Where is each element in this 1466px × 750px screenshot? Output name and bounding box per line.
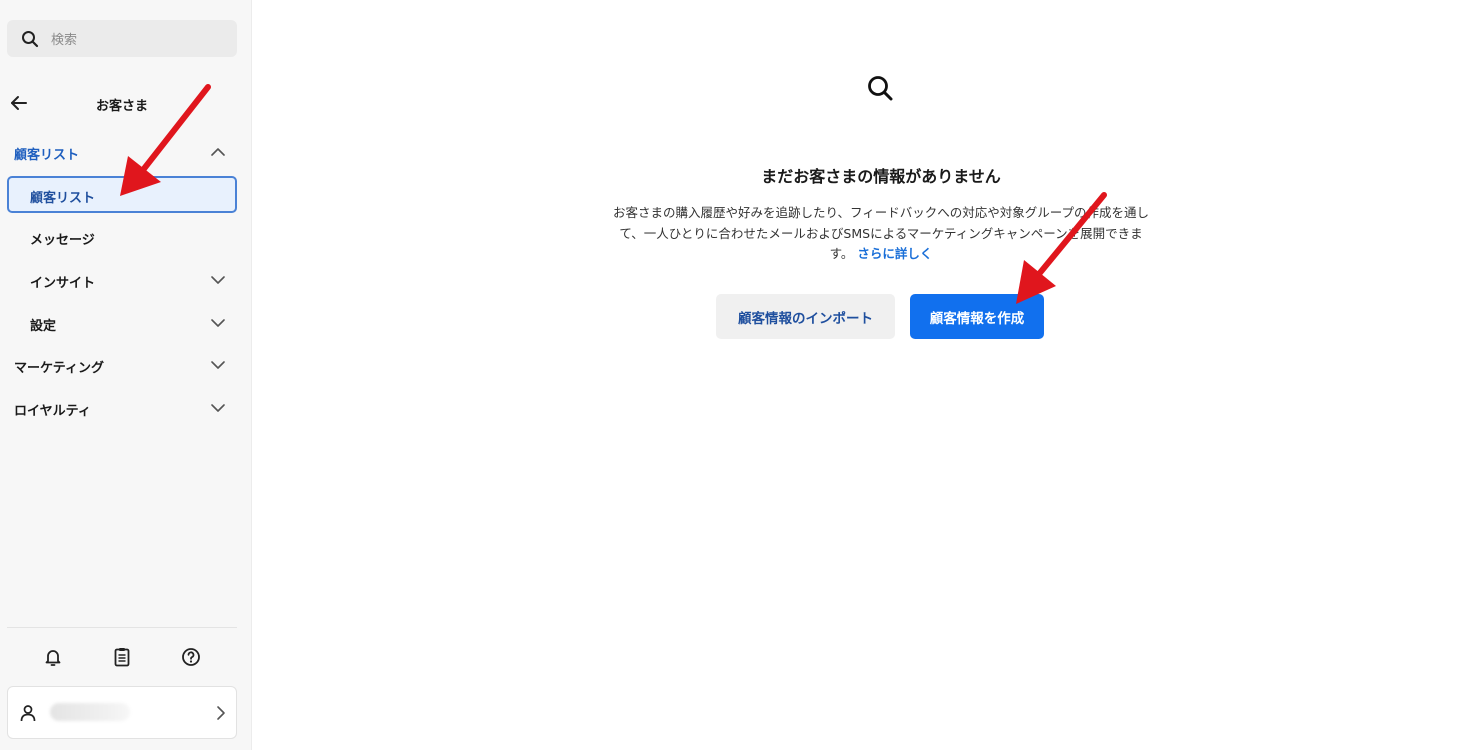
account-name-redacted bbox=[50, 703, 130, 721]
nav-item-insights[interactable]: インサイト bbox=[0, 265, 252, 295]
create-customer-button[interactable]: 顧客情報を作成 bbox=[910, 294, 1044, 339]
nav-item-customer-list[interactable]: 顧客リスト bbox=[7, 176, 237, 213]
bell-icon[interactable] bbox=[42, 646, 64, 668]
nav-item-label: インサイト bbox=[30, 276, 96, 291]
empty-state-description: お客さまの購入履歴や好みを追跡したり、フィードバックへの対応や対象グループの作成… bbox=[598, 203, 1164, 265]
user-icon bbox=[20, 705, 36, 722]
nav-item-label: 顧客リスト bbox=[30, 191, 96, 206]
sidebar-title: お客さま bbox=[95, 99, 148, 114]
nav-item-label: メッセージ bbox=[30, 233, 95, 248]
nav-item-messages[interactable]: メッセージ bbox=[0, 222, 252, 252]
clipboard-icon[interactable] bbox=[111, 646, 133, 668]
nav-item-settings[interactable]: 設定 bbox=[0, 308, 252, 338]
chevron-down-icon bbox=[211, 276, 225, 284]
chevron-up-icon bbox=[211, 148, 225, 156]
import-customers-button[interactable]: 顧客情報のインポート bbox=[716, 294, 895, 339]
nav-section-label: ロイヤルティ bbox=[14, 404, 91, 419]
chevron-down-icon bbox=[211, 319, 225, 327]
footer-divider bbox=[7, 627, 237, 628]
empty-state-title: まだお客さまの情報がありません bbox=[761, 167, 1001, 186]
search-icon bbox=[22, 30, 39, 47]
learn-more-link[interactable]: さらに詳しく bbox=[857, 246, 932, 261]
nav-section-customer-list[interactable]: 顧客リスト bbox=[0, 137, 252, 167]
nav-section-label: マーケティング bbox=[14, 361, 104, 376]
back-row: お客さま bbox=[0, 88, 252, 118]
search-placeholder: 検索 bbox=[51, 33, 78, 48]
chevron-down-icon bbox=[211, 404, 225, 412]
empty-state-text-line: す。 bbox=[829, 246, 854, 261]
nav-item-label: 設定 bbox=[30, 319, 57, 334]
chevron-right-icon bbox=[217, 706, 225, 720]
nav-section-loyalty[interactable]: ロイヤルティ bbox=[0, 393, 252, 423]
search-input[interactable]: 検索 bbox=[7, 20, 237, 57]
empty-state-text-line: て、一人ひとりに合わせたメールおよびSMSによるマーケティングキャンペーンを展開… bbox=[619, 225, 1143, 241]
sidebar: 検索 お客さま 顧客リスト 顧客リスト メッセージ インサイト 設定 マーケティ… bbox=[0, 0, 252, 750]
account-switcher[interactable] bbox=[7, 686, 237, 739]
nav-section-label: 顧客リスト bbox=[14, 148, 80, 163]
nav-section-marketing[interactable]: マーケティング bbox=[0, 350, 252, 380]
chevron-down-icon bbox=[211, 361, 225, 369]
help-icon[interactable] bbox=[180, 646, 202, 668]
search-icon bbox=[868, 76, 893, 101]
empty-state-text-line: お客さまの購入履歴や好みを追跡したり、フィードバックへの対応や対象グループの作成… bbox=[612, 205, 1149, 220]
